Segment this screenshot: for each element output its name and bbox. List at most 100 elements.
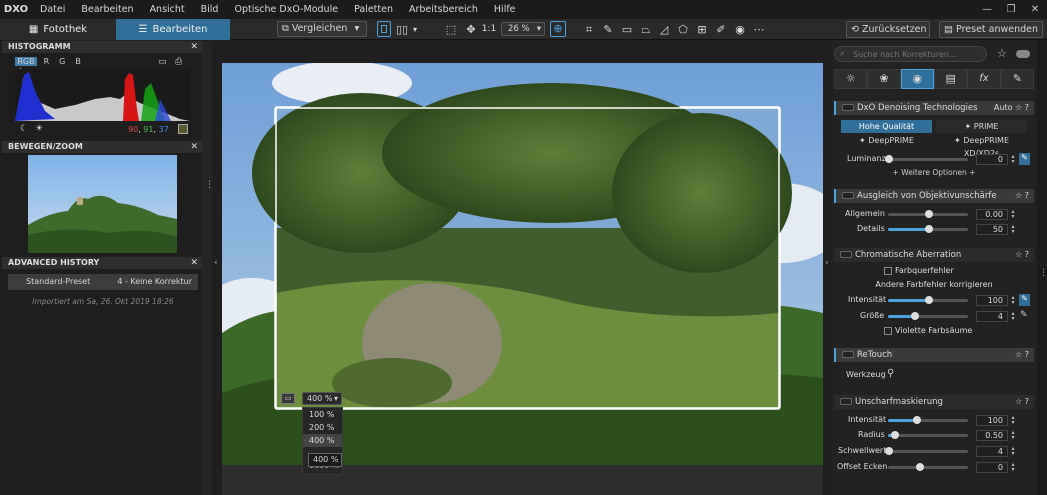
zoom-select[interactable]: 26 % ▾ — [501, 22, 545, 36]
collapse-right-icon[interactable]: › — [825, 258, 829, 268]
eyedropper-icon[interactable]: ✎ — [1020, 310, 1028, 320]
star-icon[interactable]: ☆ — [1015, 397, 1022, 406]
close-icon[interactable]: ✕ — [190, 257, 198, 269]
monitor-icon[interactable]: ▭ — [158, 57, 167, 67]
threshold-value[interactable]: 4 — [976, 446, 1008, 457]
slider-knob[interactable] — [885, 155, 893, 163]
crop-icon[interactable]: ⌗ — [581, 22, 597, 37]
apply-preset-button[interactable]: ▤ Preset anwenden — [939, 21, 1043, 38]
star-icon[interactable]: ☆ — [1015, 350, 1022, 359]
channel-g[interactable]: G — [56, 57, 69, 66]
unsharp-toggle[interactable] — [840, 398, 852, 405]
auto-adjust-icon[interactable]: ✎ — [1019, 153, 1030, 165]
zoom-in-icon[interactable]: ⊕ — [550, 21, 566, 37]
navigator-thumbnail[interactable] — [28, 155, 177, 253]
unsharp-intensity-slider[interactable] — [888, 416, 968, 424]
detail-tab-icon[interactable]: ◉ — [900, 69, 934, 89]
size-value[interactable]: 4 — [976, 311, 1008, 322]
chroma-intensity-value[interactable]: 100 — [976, 295, 1008, 306]
perspective-rect-icon[interactable]: ◿ — [656, 22, 672, 37]
minimize-icon[interactable]: — — [975, 0, 999, 19]
zoom-option-200[interactable]: 200 % — [303, 421, 342, 434]
moon-icon[interactable]: ☾ — [20, 124, 28, 134]
tab-bearbeiten[interactable]: ☰ Bearbeiten — [116, 19, 230, 40]
offset-spinner[interactable]: ▴ ▾ — [1009, 462, 1017, 473]
slider-knob[interactable] — [925, 210, 933, 218]
threshold-spinner[interactable]: ▴ ▾ — [1009, 446, 1017, 457]
lens-sharpness-header[interactable]: Ausgleich von Objektivunschärfe ☆ ? — [834, 189, 1034, 203]
menu-optische-module[interactable]: Optische DxO-Module — [226, 0, 346, 19]
chromatic-header[interactable]: Chromatische Aberration ☆ ? — [834, 248, 1034, 262]
global-value[interactable]: 0.00 — [976, 209, 1008, 220]
reset-button[interactable]: ⟲ Zurücksetzen — [846, 21, 930, 38]
luminance-slider[interactable] — [885, 155, 968, 163]
slider-knob[interactable] — [913, 416, 921, 424]
star-icon[interactable]: ☆ — [1015, 191, 1022, 200]
fit-screen-icon[interactable]: ⬚ — [443, 22, 459, 37]
drag-handle-icon[interactable]: ⋮ — [1039, 268, 1047, 278]
close-window-icon[interactable]: ✕ — [1023, 0, 1047, 19]
effects-tab-icon[interactable]: fx — [967, 69, 1001, 89]
menu-bearbeiten[interactable]: Bearbeiten — [73, 0, 141, 19]
offset-value[interactable]: 0 — [976, 462, 1008, 473]
luminance-spinner[interactable]: ▴ ▾ — [1009, 154, 1017, 165]
size-slider[interactable] — [888, 312, 968, 320]
eyedropper-icon[interactable]: ✎ — [1019, 294, 1030, 306]
menu-hilfe[interactable]: Hilfe — [486, 0, 524, 19]
unsharp-header[interactable]: Unscharfmaskierung ☆ ? — [834, 395, 1034, 409]
geometry-tab-icon[interactable]: ▤ — [933, 69, 968, 89]
help-icon[interactable]: ? — [1025, 397, 1029, 406]
single-view-button[interactable] — [377, 21, 391, 37]
option-high-quality[interactable]: Hohe Qualität — [841, 120, 932, 133]
slider-knob[interactable] — [885, 447, 893, 455]
help-icon[interactable]: ? — [1025, 103, 1029, 112]
chroma-intensity-slider[interactable] — [888, 296, 968, 304]
luminance-value[interactable]: 0 — [976, 154, 1008, 165]
chroma-intensity-spinner[interactable]: ▴ ▾ — [1009, 295, 1017, 306]
viewer-zoom-select[interactable]: 400 % ▾ — [302, 392, 342, 405]
denoise-toggle[interactable] — [842, 104, 854, 111]
eyedropper-icon[interactable]: ✎ — [600, 22, 616, 37]
history-entry[interactable]: Standard-Preset 4 - Keine Korrektur — [8, 274, 198, 290]
channel-r[interactable]: R — [40, 57, 53, 66]
option-deepprime-xd[interactable]: ✦ DeepPRIME XD/XD2s — [936, 134, 1027, 158]
slider-knob[interactable] — [891, 431, 899, 439]
light-tab-icon[interactable]: ☼ — [834, 69, 868, 89]
menu-datei[interactable]: Datei — [32, 0, 73, 19]
close-icon[interactable]: ✕ — [190, 41, 198, 53]
close-icon[interactable]: ✕ — [190, 141, 198, 153]
option-prime[interactable]: ✦ PRIME — [936, 120, 1027, 133]
compare-small-icon[interactable]: ▭ — [281, 393, 295, 404]
retouch-header[interactable]: ReTouch ☆ ? — [834, 348, 1034, 362]
search-field[interactable]: ⌕ Suche nach Korrekturen... — [834, 46, 987, 62]
bandage-icon[interactable]: ⚲ — [887, 368, 894, 379]
slider-knob[interactable] — [911, 312, 919, 320]
radius-value[interactable]: 0.50 — [976, 430, 1008, 441]
help-icon[interactable]: ? — [1025, 250, 1029, 259]
maximize-icon[interactable]: ❐ — [999, 0, 1023, 19]
tab-fotothek[interactable]: ▦ Fotothek — [0, 19, 116, 40]
horizon-icon[interactable]: ▭ — [619, 22, 635, 37]
view-mode-dropdown-icon[interactable]: ▾ — [410, 22, 420, 37]
red-eye-icon[interactable]: ◉ — [732, 22, 748, 37]
menu-paletten[interactable]: Paletten — [346, 0, 401, 19]
offset-slider[interactable] — [888, 463, 968, 471]
details-slider[interactable] — [888, 225, 968, 233]
option-deepprime[interactable]: ✦ DeepPRIME — [841, 134, 932, 147]
menu-arbeitsbereich[interactable]: Arbeitsbereich — [401, 0, 486, 19]
move-icon[interactable]: ✥ — [463, 22, 479, 37]
zoom-option-400[interactable]: 400 % — [303, 434, 342, 447]
sun-icon[interactable]: ☀ — [35, 124, 43, 134]
slider-knob[interactable] — [925, 225, 933, 233]
star-icon[interactable]: ☆ — [997, 47, 1007, 60]
slider-knob[interactable] — [925, 296, 933, 304]
drag-handle-icon[interactable]: ⋮ — [205, 180, 214, 190]
denoise-header[interactable]: DxO Denoising Technologies Auto ☆ ? — [834, 101, 1034, 115]
star-icon[interactable]: ☆ — [1015, 250, 1022, 259]
radius-spinner[interactable]: ▴ ▾ — [1009, 430, 1017, 441]
retouch-toggle[interactable] — [842, 351, 854, 358]
channel-rgb[interactable]: RGB — [15, 57, 37, 66]
collapse-left-icon[interactable]: ‹ — [214, 258, 218, 268]
menu-bild[interactable]: Bild — [193, 0, 227, 19]
local-adjust-icon[interactable]: ✐ — [713, 22, 729, 37]
